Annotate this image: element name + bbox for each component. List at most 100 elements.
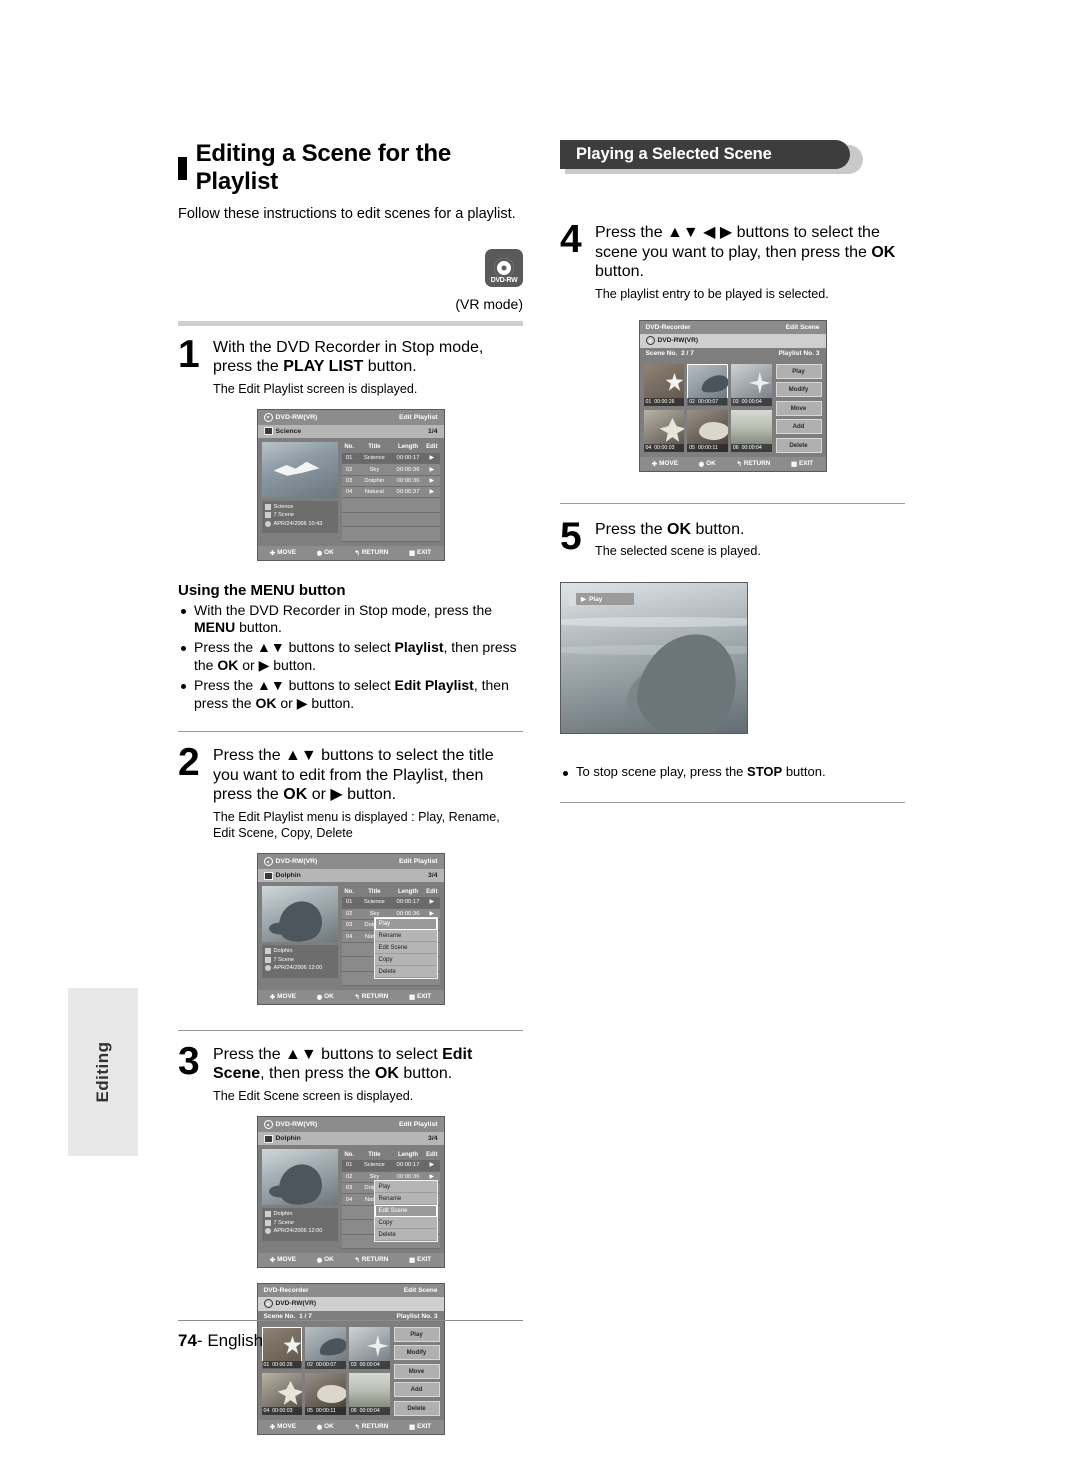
ok-button-ref: OK [871,243,896,261]
ok-button-ref: OK [283,786,308,804]
screenshot-1-wrap: DVD-RW(VR) Edit Playlist Science 1/4 Sci… [178,408,523,566]
scene-thumb[interactable]: 04 00:00:03 [261,1372,303,1415]
list-item: With the DVD Recorder in Stop mode, pres… [178,602,523,638]
disc-icon [263,857,273,867]
list-item: Press the ▲▼ buttons to select Playlist,… [178,639,523,675]
return-hint: ↰ RETURN [354,993,389,1001]
ok-hint: ◉ OK [316,1423,334,1431]
context-menu: Play Rename Edit Scene Copy Delete [373,917,438,980]
title-icon [263,1134,273,1143]
page-number-value: 74 [178,1331,197,1350]
move-button[interactable]: Move [393,1363,440,1379]
menu-item-play[interactable]: Play [374,1181,437,1194]
screen2-titlebar: DVD-RW(VR) Edit Playlist [257,854,444,870]
scene-thumb[interactable]: 02 00:00:07 [687,363,728,406]
page-footer: 74- English [178,1320,523,1351]
screen4-disc-label: DVD-RW(VR) [275,1300,317,1308]
menu-item-delete[interactable]: Delete [374,966,437,979]
menu-item-copy[interactable]: Copy [374,1217,437,1230]
divider [560,502,905,504]
disc-ring-icon [494,257,514,278]
move-button[interactable]: Move [775,400,822,416]
table-row[interactable]: 02 Sky 00:00:36 ▶ [341,463,440,476]
screen1-meta-title: Science [273,503,294,510]
screenshot-3-wrap: DVD-RW(VR) Edit Playlist Dolphin 3/4 Dol… [178,1116,523,1273]
table-row[interactable]: 01 Science 00:00:17 ▶ [341,897,440,909]
screen2-sub-label: Dolphin [275,872,301,880]
step-2-text: Press the ▲▼ buttons to select the title… [213,747,494,804]
menu-item-play[interactable]: Play [374,918,437,931]
return-hint: ↰ RETURN [736,460,771,468]
screen1-body: Science 7 Scene APR/24/2006 10:43 No. Ti… [257,437,444,546]
modify-button[interactable]: Modify [775,382,822,398]
menu-item-delete[interactable]: Delete [374,1229,437,1242]
screen3-body: Dolphin 7 Scene APR/24/2006 12:00 No. Ti… [257,1145,444,1253]
scene-thumb[interactable]: 03 00:00:04 [730,363,772,406]
using-menu-title: Using the MENU button [178,581,346,599]
title-meta-icon [264,948,271,955]
screen2-meta-date: APR/24/2006 12:00 [273,965,323,972]
table-header-row: No. Title Length Edit [341,1149,440,1161]
page-language: English [207,1331,264,1350]
play-osd: ▶ Play [569,592,635,606]
clock-meta-icon [264,520,271,527]
add-button[interactable]: Add [393,1382,440,1398]
scene-thumb[interactable]: 05 00:00:11 [687,409,728,452]
context-menu: Play Rename Edit Scene Copy Delete [373,1180,438,1243]
screen3-meta-scenes: 7 Scene [273,1219,295,1226]
scene-thumb[interactable]: 06 00:00:04 [348,1372,390,1415]
screen2-meta: Dolphin 7 Scene APR/24/2006 12:00 [261,945,338,978]
edit-playlist-ref: Edit Playlist [394,677,474,694]
screen3-disc-label: DVD-RW(VR) [275,1121,318,1129]
col-edit: Edit [424,441,440,453]
step-1-text: With the DVD Recorder in Stop mode, pres… [213,338,523,377]
step-4-number: 4 [560,218,582,261]
screen1-list-pane: No. Title Length Edit 01 Science 00:00:1… [341,441,440,542]
screen-edit-playlist-1: DVD-RW(VR) Edit Playlist Science 1/4 Sci… [256,408,445,561]
scene-thumb[interactable]: 06 00:00:04 [730,409,772,452]
scene-thumb[interactable]: 05 00:00:11 [305,1372,346,1415]
menu-item-rename[interactable]: Rename [374,930,437,943]
step-4-note: The playlist entry to be played is selec… [595,286,829,301]
table-row[interactable]: 04 Natural 00:00:37 ▶ [341,486,440,499]
menu-item-copy[interactable]: Copy [374,954,437,967]
menu-item-edit-scene[interactable]: Edit Scene [374,1205,437,1218]
screen1-title: Edit Playlist [398,413,438,421]
ok-button-ref: OK [217,657,239,674]
table-row-empty [341,497,440,513]
move-hint: ✚ MOVE [269,549,296,557]
menu-item-rename[interactable]: Rename [374,1193,437,1206]
screen3-footerbar: ✚ MOVE ◉ OK ↰ RETURN ▦ EXIT [257,1252,444,1267]
screen4-discbar: DVD-RW(VR) [257,1296,444,1311]
screen5-titlebar: DVD-Recorder Edit Scene [639,320,826,334]
step-5-text: Press the OK button. [595,520,745,538]
step-4: 4 Press the ▲▼ ◀ ▶ buttons to select the… [560,218,905,302]
menu-item-edit-scene[interactable]: Edit Scene [374,942,437,955]
screen1-meta-scenes: 7 Scene [273,512,295,519]
screen2-preview-thumbnail [261,886,338,943]
play-button[interactable]: Play [775,363,822,379]
stop-note-list: To stop scene play, press the STOP butto… [560,764,905,781]
screen-playing-scene: ▶ Play [560,581,748,734]
delete-button[interactable]: Delete [393,1400,440,1416]
play-list-button-ref: PLAY LIST [283,358,364,376]
add-button[interactable]: Add [775,419,822,435]
delete-button[interactable]: Delete [775,437,822,453]
screen3-titlebar: DVD-RW(VR) Edit Playlist [257,1117,444,1133]
screen1-index: 1/4 [428,427,438,435]
step-5-number: 5 [560,514,582,558]
exit-hint: ▦ EXIT [408,1256,432,1264]
screen2-preview-pane: Dolphin 7 Scene APR/24/2006 12:00 [261,886,338,986]
disc-icon [263,1120,273,1130]
play-icon: ▶ [581,596,586,604]
using-menu-list: With the DVD Recorder in Stop mode, pres… [178,602,523,713]
step-3-number: 3 [178,1039,200,1083]
scene-thumb[interactable]: 04 00:00:03 [643,409,685,452]
table-row[interactable]: 01 Science 00:00:17 ▶ [341,1160,440,1172]
table-header-row: No. Title Length Edit [341,886,440,898]
col-no: No. [341,441,357,453]
table-row[interactable]: 01 Science 00:00:17 ▶ [341,452,440,465]
page-number: 74- English [178,1331,264,1350]
scene-thumb[interactable]: 01 00:00:26 [643,363,685,406]
table-row[interactable]: 03 Dolphin 00:00:36 ▶ [341,475,440,488]
